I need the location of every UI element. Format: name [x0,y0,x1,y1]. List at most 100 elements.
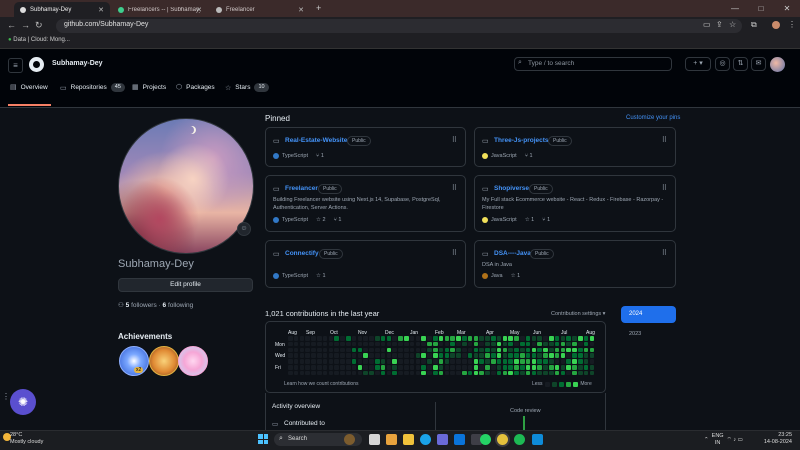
contribution-cell[interactable] [566,359,571,364]
avatar[interactable] [770,57,785,72]
contribution-cell[interactable] [543,359,548,364]
contribution-cell[interactable] [438,336,444,341]
customize-pins-link[interactable]: Customize your pins [626,115,680,121]
contribution-cell[interactable] [415,347,421,353]
contribution-cell[interactable] [415,365,421,370]
contribution-cell[interactable] [485,341,490,347]
contribution-cell[interactable] [554,359,560,364]
contribution-cell[interactable] [508,347,513,353]
contribution-cell[interactable] [421,341,426,347]
contribution-cell[interactable] [450,347,455,353]
contribution-cell[interactable] [392,359,397,364]
contribution-cell[interactable] [340,365,345,370]
contribution-cell[interactable] [560,353,566,358]
contribution-cell[interactable] [531,370,537,376]
following-label[interactable]: following [168,302,193,309]
contribution-cell[interactable] [363,353,368,358]
contribution-cell[interactable] [288,370,293,376]
contribution-cell[interactable] [305,370,310,376]
contribution-cell[interactable] [479,336,484,341]
contribution-cell[interactable] [508,353,513,358]
contribution-cell[interactable] [340,353,345,358]
extensions-icon[interactable]: ⧉ [751,20,757,30]
contribution-cell[interactable] [560,365,566,370]
contribution-cell[interactable] [351,365,357,370]
tab-github[interactable]: Subhamay-Dey ✕ [14,2,110,17]
contribution-cell[interactable] [508,359,513,364]
contribution-cell[interactable] [491,370,496,376]
contribution-cell[interactable] [456,347,461,353]
new-tab-button[interactable]: + [316,3,321,13]
contribution-cell[interactable] [508,336,513,341]
contribution-cell[interactable] [514,370,519,376]
stars-link[interactable]: ☆ 2 [316,217,326,223]
contribution-cell[interactable] [334,359,339,364]
contribution-cell[interactable] [578,359,583,364]
contribution-cell[interactable] [589,347,595,353]
contribution-cell[interactable] [589,359,595,364]
hamburger-menu-icon[interactable]: ≡ [8,58,23,73]
contribution-cell[interactable] [450,365,455,370]
contribution-cell[interactable] [525,341,531,347]
contribution-cell[interactable] [589,336,595,341]
drag-handle-icon[interactable]: ⠿ [662,136,667,144]
contribution-cell[interactable] [293,365,299,370]
contribution-cell[interactable] [398,359,403,364]
contribution-cell[interactable] [566,336,571,341]
contribution-cell[interactable] [288,347,293,353]
forks-link[interactable]: ⑂ 1 [542,217,550,223]
contribution-cell[interactable] [380,336,386,341]
contribution-cell[interactable] [462,347,467,353]
contribution-cell[interactable] [392,370,397,376]
store-icon[interactable] [454,434,465,445]
contribution-cell[interactable] [479,359,484,364]
tab-packages[interactable]: ⬡ Packages [176,83,215,92]
contribution-cell[interactable] [357,353,363,358]
contribution-cell[interactable] [514,336,519,341]
contribution-cell[interactable] [496,359,502,364]
minimize-button[interactable]: — [722,0,748,17]
tab-freelancers[interactable]: Freelancers -- | Subhamay_Dey... ✕ [112,2,208,17]
contribution-cell[interactable] [351,359,357,364]
contribution-cell[interactable] [450,359,455,364]
pull-requests-icon[interactable]: ⇅ [733,57,748,71]
contribution-cell[interactable] [438,341,444,347]
contribution-cell[interactable] [369,370,374,376]
contribution-cell[interactable] [311,365,316,370]
contribution-cell[interactable] [566,341,571,347]
contribution-cell[interactable] [409,359,415,364]
contribution-cell[interactable] [473,359,479,364]
forks-link[interactable]: ⑂ 1 [334,217,342,223]
contribution-cell[interactable] [380,347,386,353]
edit-profile-button[interactable]: Edit profile [118,278,253,292]
contribution-cell[interactable] [421,359,426,364]
contribution-cell[interactable] [421,336,426,341]
drag-handle-icon[interactable]: ⠿ [662,184,667,192]
contribution-cell[interactable] [583,370,589,376]
contribution-cell[interactable] [502,370,508,376]
contribution-cell[interactable] [520,353,525,358]
contribution-cell[interactable] [351,347,357,353]
contribution-cell[interactable] [375,359,380,364]
contribution-cell[interactable] [404,347,409,353]
inbox-icon[interactable]: ✉ [751,57,766,71]
contribution-cell[interactable] [491,347,496,353]
contribution-cell[interactable] [433,353,438,358]
contribution-cell[interactable] [380,365,386,370]
contribution-cell[interactable] [537,370,542,376]
contribution-cell[interactable] [491,365,496,370]
contribution-cell[interactable] [444,370,450,376]
contribution-cell[interactable] [398,336,403,341]
contribution-cell[interactable] [415,353,421,358]
contribution-cell[interactable] [578,341,583,347]
contribution-cell[interactable] [456,370,461,376]
contribution-cell[interactable] [328,336,334,341]
drag-handle-icon[interactable]: ⠿ [662,249,667,257]
contribution-cell[interactable] [537,359,542,364]
contribution-cell[interactable] [317,341,322,347]
contribution-cell[interactable] [549,341,554,347]
contribution-cell[interactable] [525,359,531,364]
contribution-cell[interactable] [444,359,450,364]
contribution-cell[interactable] [404,353,409,358]
contribution-cell[interactable] [288,365,293,370]
